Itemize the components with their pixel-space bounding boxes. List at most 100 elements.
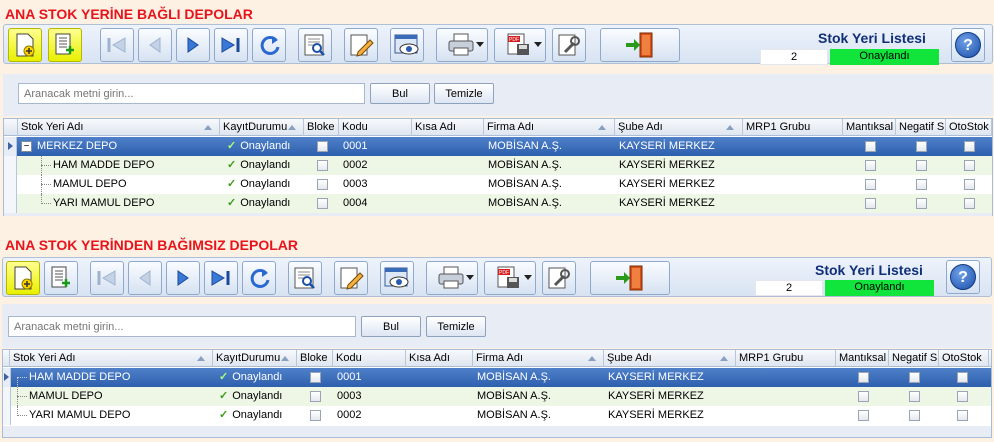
previous-record-button[interactable] — [128, 261, 162, 295]
column-header-short-name[interactable]: Kısa Adı — [406, 350, 473, 367]
column-header-auto-stock[interactable]: OtoStok — [939, 350, 989, 367]
find-button[interactable]: Bul — [370, 83, 430, 104]
negative-stock-checkbox[interactable] — [909, 372, 920, 383]
table-row[interactable]: HAM MADDE DEPO ✓ Onaylandı 0002 MOBİSAN A… — [4, 156, 992, 175]
blocked-checkbox[interactable] — [317, 160, 328, 171]
print-icon — [438, 266, 464, 289]
column-header-company[interactable]: Firma Adı — [473, 350, 604, 367]
blocked-checkbox[interactable] — [317, 179, 328, 190]
first-record-button[interactable] — [100, 28, 134, 62]
previous-record-button[interactable] — [138, 28, 172, 62]
column-header-blocked[interactable]: Bloke — [304, 119, 339, 136]
new-sub-record-button[interactable] — [44, 261, 78, 295]
clear-button[interactable]: Temizle — [426, 316, 486, 337]
auto-stock-checkbox[interactable] — [957, 391, 968, 402]
logical-checkbox[interactable] — [865, 179, 876, 190]
negative-stock-checkbox[interactable] — [916, 141, 927, 152]
svg-text:PDF: PDF — [509, 37, 519, 43]
export-button[interactable]: PDF — [484, 261, 536, 295]
blocked-checkbox[interactable] — [310, 372, 321, 383]
column-header-code[interactable]: Kodu — [333, 350, 406, 367]
column-header-negative-stock[interactable]: Negatif S — [896, 119, 946, 136]
column-header-branch[interactable]: Şube Adı — [615, 119, 743, 136]
exit-button[interactable] — [600, 28, 680, 62]
column-header-name[interactable]: Stok Yeri Adı — [10, 350, 213, 367]
print-button[interactable] — [436, 28, 488, 62]
new-record-button[interactable] — [6, 261, 40, 295]
exit-icon — [626, 32, 653, 58]
blocked-checkbox[interactable] — [317, 141, 328, 152]
negative-stock-checkbox[interactable] — [909, 391, 920, 402]
column-header-code[interactable]: Kodu — [339, 119, 412, 136]
column-header-blocked[interactable]: Bloke — [297, 350, 333, 367]
negative-stock-checkbox[interactable] — [916, 179, 927, 190]
table-row[interactable]: MAMUL DEPO ✓ Onaylandı 0003 MOBİSAN A.Ş. … — [4, 175, 992, 194]
help-button[interactable]: ? — [951, 28, 985, 62]
export-button[interactable]: PDF — [494, 28, 546, 62]
logical-checkbox[interactable] — [858, 410, 869, 421]
cell-name: YARI MAMUL DEPO — [29, 409, 131, 421]
cell-name: HAM MADDE DEPO — [29, 371, 131, 383]
logical-checkbox[interactable] — [865, 160, 876, 171]
auto-stock-checkbox[interactable] — [957, 372, 968, 383]
next-record-button[interactable] — [176, 28, 210, 62]
logical-checkbox[interactable] — [865, 141, 876, 152]
last-record-button[interactable] — [214, 28, 248, 62]
clear-button[interactable]: Temizle — [434, 83, 494, 104]
search-input[interactable] — [8, 316, 356, 337]
find-button[interactable]: Bul — [361, 316, 421, 337]
column-header-branch[interactable]: Şube Adı — [604, 350, 736, 367]
column-header-name[interactable]: Stok Yeri Adı — [18, 119, 220, 136]
last-record-button[interactable] — [204, 261, 238, 295]
new-sub-record-button[interactable] — [48, 28, 82, 62]
preview-button[interactable] — [288, 261, 322, 295]
first-record-button[interactable] — [90, 261, 124, 295]
logical-checkbox[interactable] — [858, 372, 869, 383]
table-row[interactable]: − MERKEZ DEPO ✓ Onaylandı 0001 MOBİSAN A.… — [4, 137, 992, 156]
blocked-checkbox[interactable] — [317, 198, 328, 209]
table-row[interactable]: YARI MAMUL DEPO ✓ Onaylandı 0002 MOBİSAN … — [3, 406, 991, 425]
column-header-logical[interactable]: Mantıksal — [843, 119, 896, 136]
edit-button[interactable] — [344, 28, 378, 62]
blocked-checkbox[interactable] — [310, 391, 321, 402]
help-button[interactable]: ? — [946, 260, 980, 294]
column-header-short-name[interactable]: Kısa Adı — [412, 119, 484, 136]
auto-stock-checkbox[interactable] — [964, 179, 975, 190]
collapse-icon[interactable]: − — [21, 141, 32, 152]
refresh-button[interactable] — [242, 261, 276, 295]
negative-stock-checkbox[interactable] — [916, 198, 927, 209]
column-header-negative-stock[interactable]: Negatif S — [889, 350, 939, 367]
cell-name: YARI MAMUL DEPO — [53, 197, 155, 209]
table-row[interactable]: YARI MAMUL DEPO ✓ Onaylandı 0004 MOBİSAN … — [4, 194, 992, 213]
cell-code: 0002 — [337, 409, 362, 421]
logical-checkbox[interactable] — [858, 391, 869, 402]
negative-stock-checkbox[interactable] — [909, 410, 920, 421]
exit-button[interactable] — [590, 261, 670, 295]
auto-stock-checkbox[interactable] — [957, 410, 968, 421]
edit-button[interactable] — [334, 261, 368, 295]
blocked-checkbox[interactable] — [310, 410, 321, 421]
auto-stock-checkbox[interactable] — [964, 198, 975, 209]
column-header-company[interactable]: Firma Adı — [484, 119, 615, 136]
column-header-logical[interactable]: Mantıksal — [836, 350, 889, 367]
settings-button[interactable] — [552, 28, 586, 62]
print-button[interactable] — [426, 261, 478, 295]
column-header-auto-stock[interactable]: OtoStok — [946, 119, 992, 136]
search-input[interactable] — [18, 83, 365, 104]
table-row[interactable]: HAM MADDE DEPO ✓ Onaylandı 0001 MOBİSAN A… — [3, 368, 991, 387]
table-row[interactable]: MAMUL DEPO ✓ Onaylandı 0003 MOBİSAN A.Ş. … — [3, 387, 991, 406]
logical-checkbox[interactable] — [865, 198, 876, 209]
view-button[interactable] — [380, 261, 414, 295]
view-button[interactable] — [390, 28, 424, 62]
new-record-button[interactable] — [8, 28, 42, 62]
auto-stock-checkbox[interactable] — [964, 141, 975, 152]
negative-stock-checkbox[interactable] — [916, 160, 927, 171]
refresh-button[interactable] — [252, 28, 286, 62]
preview-button[interactable] — [298, 28, 332, 62]
next-record-button[interactable] — [166, 261, 200, 295]
column-header-mrp-group[interactable]: MRP1 Grubu — [736, 350, 836, 367]
cell-status: ✓ Onaylandı — [227, 159, 291, 171]
auto-stock-checkbox[interactable] — [964, 160, 975, 171]
settings-button[interactable] — [542, 261, 576, 295]
column-header-mrp-group[interactable]: MRP1 Grubu — [743, 119, 843, 136]
